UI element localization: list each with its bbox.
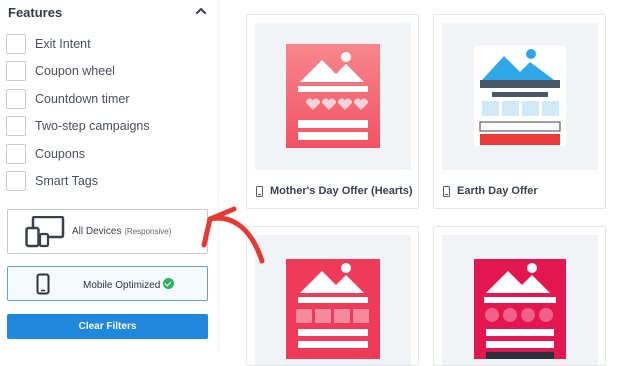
template-card[interactable] xyxy=(246,226,419,366)
features-title: Features xyxy=(8,5,63,20)
check-circle-icon xyxy=(163,278,175,289)
checkbox[interactable] xyxy=(6,144,26,164)
clear-filters-button[interactable]: Clear Filters xyxy=(7,314,208,339)
template-card[interactable]: Mother's Day Offer (Hearts) xyxy=(246,14,419,209)
filter-sidebar: Features Exit Intent Coupon wheel Countd… xyxy=(0,0,218,350)
checkbox[interactable] xyxy=(6,171,26,191)
template-thumbnail[interactable] xyxy=(442,235,598,365)
filter-smart-tags[interactable]: Smart Tags xyxy=(6,170,206,192)
devices-icon xyxy=(25,216,65,248)
chevron-up-icon[interactable] xyxy=(194,5,208,17)
filter-label: Coupons xyxy=(35,147,86,161)
template-caption[interactable]: Earth Day Offer xyxy=(443,185,538,197)
mobile-optimized-button[interactable]: Mobile Optimized xyxy=(7,266,208,301)
template-card[interactable] xyxy=(433,226,606,366)
checkbox[interactable] xyxy=(6,34,26,54)
filter-label: Smart Tags xyxy=(35,174,98,188)
template-thumbnail[interactable] xyxy=(255,23,411,170)
mobile-phone-icon xyxy=(443,185,450,197)
template-caption[interactable]: Mother's Day Offer (Hearts) xyxy=(256,185,413,197)
filter-two-step-campaigns[interactable]: Two-step campaigns xyxy=(6,115,206,137)
all-devices-button[interactable]: All Devices (Responsive) xyxy=(7,209,208,254)
template-thumbnail[interactable] xyxy=(255,235,411,365)
filter-label: Two-step campaigns xyxy=(35,119,150,133)
filter-coupon-wheel[interactable]: Coupon wheel xyxy=(6,60,206,82)
features-header[interactable]: Features xyxy=(8,4,208,20)
mothers-day-preview xyxy=(286,44,380,148)
filter-label: Exit Intent xyxy=(35,37,91,51)
template-preview xyxy=(286,259,380,359)
filter-exit-intent[interactable]: Exit Intent xyxy=(6,33,206,55)
filter-label: Countdown timer xyxy=(35,92,130,106)
filter-coupons[interactable]: Coupons xyxy=(6,143,206,165)
divider xyxy=(218,0,219,350)
mobile-optimized-label: Mobile Optimized xyxy=(83,278,175,291)
mobile-phone-icon xyxy=(36,273,50,295)
checkbox[interactable] xyxy=(6,116,26,136)
filter-countdown-timer[interactable]: Countdown timer xyxy=(6,88,206,110)
filter-label: Coupon wheel xyxy=(35,64,115,78)
template-card[interactable]: Earth Day Offer xyxy=(433,14,606,209)
template-preview xyxy=(474,259,566,359)
all-devices-label: All Devices (Responsive) xyxy=(72,226,172,237)
template-thumbnail[interactable] xyxy=(442,23,598,170)
checkbox[interactable] xyxy=(6,61,26,81)
earth-day-preview xyxy=(474,46,566,146)
template-name: Mother's Day Offer (Hearts) xyxy=(270,185,413,197)
template-name: Earth Day Offer xyxy=(457,185,538,197)
checkbox[interactable] xyxy=(6,89,26,109)
annotation-arrow xyxy=(201,206,265,264)
